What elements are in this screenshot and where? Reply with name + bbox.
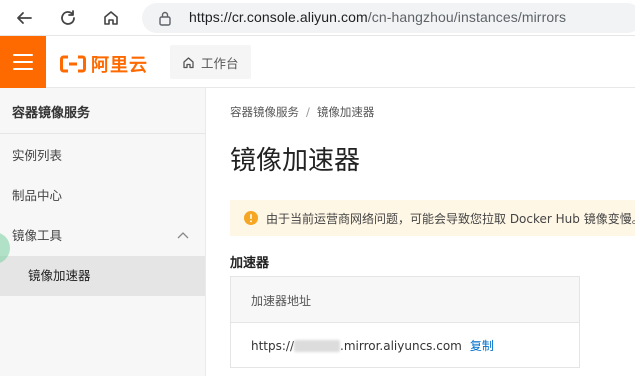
copy-button[interactable]: 复制 bbox=[470, 339, 494, 353]
console-header: 阿里云 工作台 bbox=[0, 36, 635, 88]
workbench-label: 工作台 bbox=[201, 55, 239, 71]
lock-icon bbox=[159, 11, 171, 26]
url-host: https://cr.console.aliyun.com bbox=[189, 9, 368, 25]
table-header: 加速器地址 bbox=[231, 277, 579, 323]
sidebar-item-artifacts[interactable]: 制品中心 bbox=[0, 176, 205, 216]
sidebar-item-instances[interactable]: 实例列表 bbox=[0, 136, 205, 176]
sidebar-item-label: 制品中心 bbox=[12, 188, 63, 203]
workbench-button[interactable]: 工作台 bbox=[170, 45, 251, 79]
logo-text: 阿里云 bbox=[91, 55, 148, 75]
breadcrumb: 容器镜像服务 / 镜像加速器 bbox=[230, 104, 374, 120]
address-prefix: https:// bbox=[251, 339, 295, 353]
sidebar: 容器镜像服务 实例列表 制品中心 镜像工具 镜像加速器 bbox=[0, 88, 206, 376]
sidebar-item-label: 镜像工具 bbox=[12, 228, 63, 243]
warning-icon bbox=[244, 211, 258, 225]
section-title: 加速器 bbox=[230, 256, 270, 271]
url-path: /cn-hangzhou/instances/mirrors bbox=[367, 9, 567, 25]
back-button[interactable] bbox=[12, 6, 36, 30]
hamburger-menu-button[interactable] bbox=[0, 36, 46, 88]
menu-bar bbox=[13, 61, 33, 63]
breadcrumb-current: 镜像加速器 bbox=[316, 105, 375, 119]
redacted-address-segment bbox=[294, 340, 341, 352]
main-content: 容器镜像服务 / 镜像加速器 镜像加速器 由于当前运营商网络问题，可能会导致您拉取 … bbox=[207, 88, 635, 376]
table-row: https:// .mirror.aliyuncs.com 复制 bbox=[231, 323, 579, 367]
url-text: https://cr.console.aliyun.com/cn-hangzho… bbox=[189, 9, 566, 25]
home-icon bbox=[183, 56, 194, 68]
sidebar-group-image-tools[interactable]: 镜像工具 bbox=[0, 216, 205, 256]
aliyun-bracket-icon bbox=[60, 55, 86, 73]
address-suffix: .mirror.aliyuncs.com bbox=[340, 339, 462, 353]
menu-bar bbox=[13, 54, 33, 56]
page-title: 镜像加速器 bbox=[230, 146, 361, 176]
chevron-up-icon bbox=[177, 232, 189, 239]
browser-toolbar: https://cr.console.aliyun.com/cn-hangzho… bbox=[0, 0, 635, 36]
home-icon bbox=[104, 11, 118, 25]
menu-bar bbox=[13, 68, 33, 70]
sidebar-item-mirror-accelerator[interactable]: 镜像加速器 bbox=[0, 256, 205, 296]
aliyun-logo[interactable]: 阿里云 bbox=[60, 51, 148, 77]
reload-icon bbox=[61, 10, 75, 25]
notice-text: 由于当前运营商网络问题，可能会导致您拉取 Docker Hub 镜像变慢。 bbox=[266, 211, 635, 226]
warning-notice: 由于当前运营商网络问题，可能会导致您拉取 Docker Hub 镜像变慢。 bbox=[230, 200, 635, 236]
breadcrumb-link-registry[interactable]: 容器镜像服务 bbox=[230, 105, 299, 119]
address-bar[interactable]: https://cr.console.aliyun.com/cn-hangzho… bbox=[142, 3, 635, 33]
sidebar-item-label: 镜像加速器 bbox=[28, 268, 91, 283]
arrow-left-icon bbox=[17, 12, 32, 24]
sidebar-title: 容器镜像服务 bbox=[0, 88, 205, 134]
reload-button[interactable] bbox=[56, 6, 80, 30]
accelerator-table: 加速器地址 https:// .mirror.aliyuncs.com 复制 bbox=[230, 276, 580, 368]
sidebar-item-label: 实例列表 bbox=[12, 148, 63, 163]
home-button[interactable] bbox=[99, 6, 123, 30]
breadcrumb-separator: / bbox=[306, 105, 310, 119]
